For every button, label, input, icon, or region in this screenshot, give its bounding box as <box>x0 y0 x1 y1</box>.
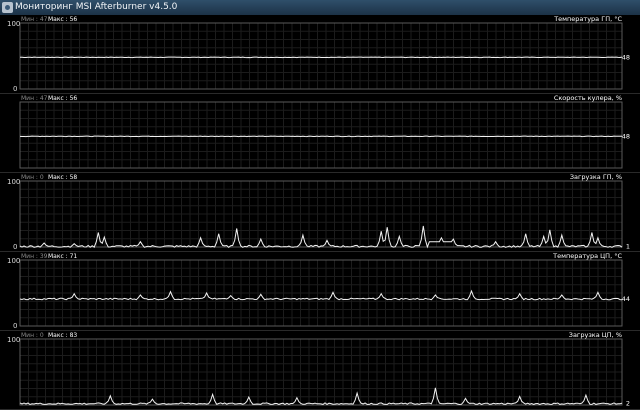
window-title: Мониторинг MSI Afterburner v4.5.0 <box>15 2 178 12</box>
max-value-label: Макс : 56 <box>48 16 77 23</box>
series-line-cpu-temperature <box>19 289 623 301</box>
graph-pane-fan-speed: Мин : 47 Макс : 56 Скорость кулера, % 48 <box>0 94 640 173</box>
graph-title: Скорость кулера, % <box>554 94 622 102</box>
graph-grid <box>19 101 622 169</box>
graph-pane-gpu-temperature: 100 0 Мин : 47 Макс : 56 Температура ГП, °C 4… <box>0 15 640 94</box>
graph-pane-cpu-temperature: 100 0 Мин : 39 Макс : 71 Температура ЦП, °C 4… <box>0 252 640 331</box>
hardware-monitor: 1000Мин : 47 Макс : 56 Температура ГП, °C4… <box>0 15 640 410</box>
min-value-label: Мин : 39 <box>21 253 48 260</box>
graph-pane-cpu-load: 100Мин : 0 Макс : 83 Загрузка ЦП, % 2 <box>0 331 640 410</box>
graph-pane-gpu-load: 100 0 Мин : 0 Макс : 58 Загрузка ГП, % 1 <box>0 173 640 252</box>
current-value-label: 48 <box>622 53 630 61</box>
axis-min-label: 0 <box>13 322 17 330</box>
current-value-label: 44 <box>622 295 630 303</box>
graph-grid <box>19 22 622 90</box>
min-value-label: Мин : 0 <box>21 174 44 181</box>
graph-grid <box>19 180 622 248</box>
graph-grid <box>19 259 622 327</box>
max-value-label: Макс : 71 <box>48 253 77 260</box>
current-value-label: 1 <box>626 242 630 250</box>
axis-max-label: 100 <box>7 336 20 344</box>
graph-title: Температура ГП, °C <box>553 15 622 23</box>
afterburner-app-icon <box>2 2 13 13</box>
series-line-cpu-load <box>19 387 623 406</box>
max-value-label: Макс : 56 <box>48 95 77 102</box>
series-line-gpu-load <box>19 225 623 249</box>
axis-min-label: 0 <box>13 243 17 251</box>
series-line-fan-speed <box>19 135 622 138</box>
graph-title: Загрузка ЦП, % <box>569 331 622 339</box>
min-value-label: Мин : 47 <box>21 95 48 102</box>
graph-title: Температура ЦП, °C <box>552 252 622 260</box>
title-bar[interactable]: Мониторинг MSI Afterburner v4.5.0 <box>0 0 640 15</box>
min-value-label: Мин : 0 <box>21 332 44 339</box>
axis-max-label: 100 <box>7 20 20 28</box>
graph-title: Загрузка ГП, % <box>570 173 622 181</box>
axis-min-label: 0 <box>13 85 17 93</box>
current-value-label: 48 <box>622 132 630 140</box>
max-value-label: Макс : 83 <box>48 332 77 339</box>
min-value-label: Мин : 47 <box>21 16 48 23</box>
current-value-label: 2 <box>626 400 630 408</box>
max-value-label: Макс : 58 <box>48 174 77 181</box>
axis-max-label: 100 <box>7 178 20 186</box>
series-line-gpu-temperature <box>20 56 623 59</box>
axis-max-label: 100 <box>7 257 20 265</box>
